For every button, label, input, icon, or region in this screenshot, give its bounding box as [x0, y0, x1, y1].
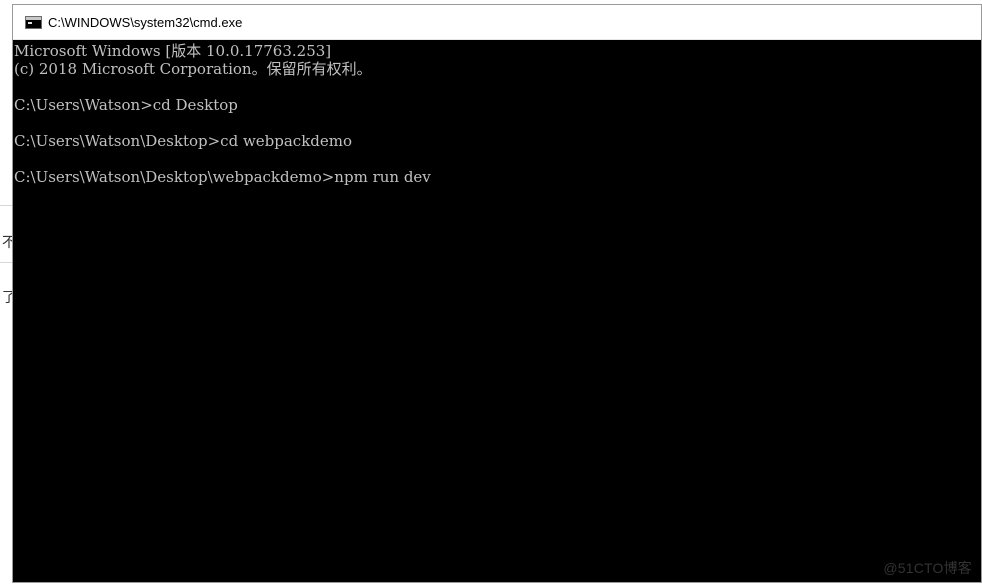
cmd-window[interactable]: C:\WINDOWS\system32\cmd.exe Microsoft Wi…: [12, 4, 982, 583]
console-line: C:\Users\Watson>cd Desktop: [14, 96, 238, 114]
console-line: (c) 2018 Microsoft Corporation。保留所有权利。: [14, 60, 372, 78]
console-line: C:\Users\Watson\Desktop>cd webpackdemo: [14, 132, 353, 150]
watermark: @51CTO博客: [883, 560, 972, 576]
console-output[interactable]: Microsoft Windows [版本 10.0.17763.253] (c…: [13, 40, 981, 582]
cmd-icon[interactable]: [25, 15, 42, 29]
screen: 不 了 C:\WINDOWS\system32\cmd.exe Microsof…: [0, 0, 982, 586]
title-bar[interactable]: C:\WINDOWS\system32\cmd.exe: [13, 5, 981, 40]
console-line: C:\Users\Watson\Desktop\webpackdemo>npm …: [14, 168, 431, 186]
window-title: C:\WINDOWS\system32\cmd.exe: [48, 14, 243, 30]
console-line: Microsoft Windows [版本 10.0.17763.253]: [14, 42, 332, 60]
